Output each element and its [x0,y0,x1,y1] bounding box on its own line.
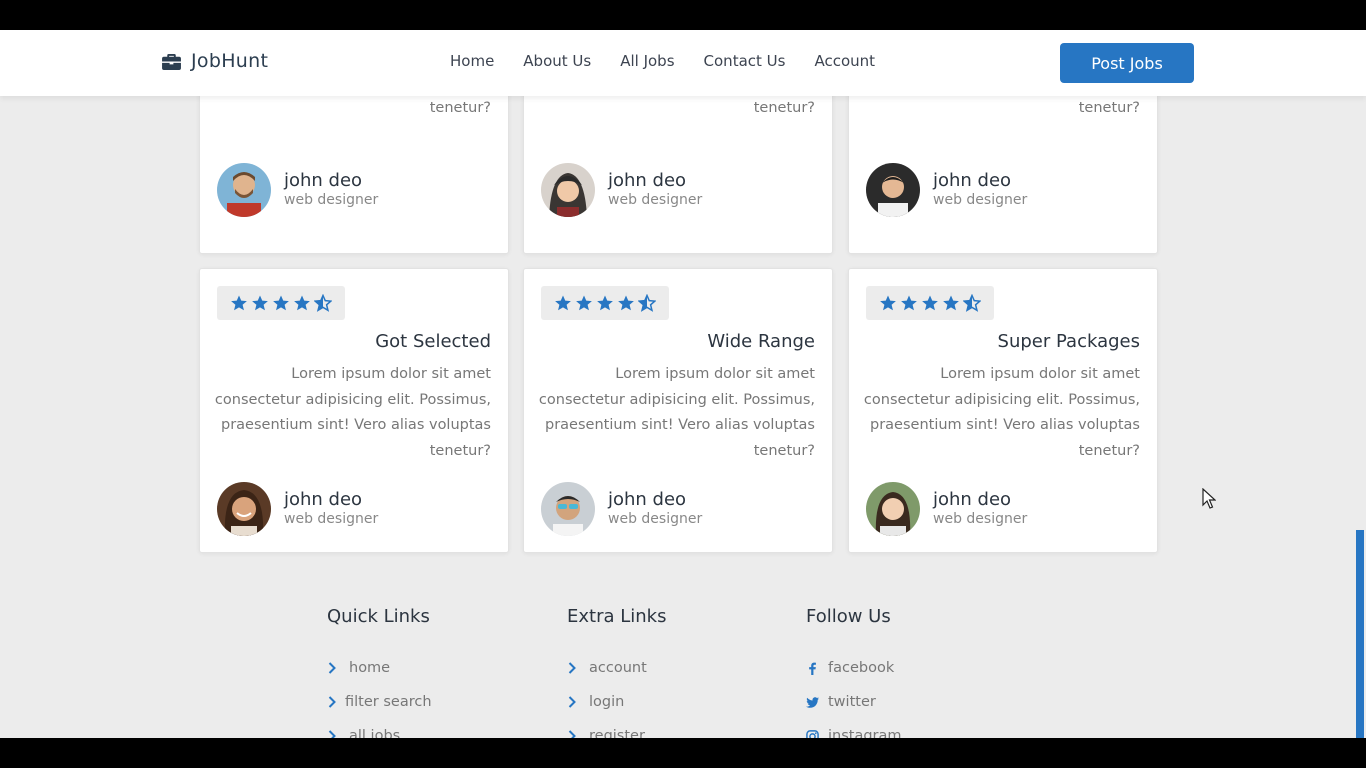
author-role: web designer [933,192,1028,208]
instagram-icon [806,729,828,738]
footer-heading: Extra Links [567,606,667,627]
nav-account[interactable]: Account [814,52,875,70]
page-viewport: consectetur adipisicing elit. Possimus, … [0,30,1366,738]
author-name: john deo [284,170,363,191]
star-icon [943,295,959,311]
review-author: john deo web designer [217,482,378,536]
author-name: john deo [608,489,687,510]
chevron-right-icon [327,730,349,738]
star-icon [231,295,247,311]
chevron-right-icon [567,662,589,674]
star-icon [880,295,896,311]
footer-link-label[interactable]: all jobs [349,728,400,738]
post-jobs-button[interactable]: Post Jobs [1060,43,1194,83]
avatar [541,482,595,536]
chevron-right-icon [327,662,349,674]
avatar [866,482,920,536]
avatar [866,163,920,217]
review-author: john deo web designer [541,482,702,536]
review-text: Lorem ipsum dolor sit amet consectetur a… [538,366,815,460]
footer-link-account[interactable]: account [567,651,666,685]
review-author: john deo web designer [866,163,1027,217]
review-author: john deo web designer [866,482,1027,536]
author-name: john deo [608,170,687,191]
footer-link-login[interactable]: login [567,685,666,719]
rating-stars [217,286,345,320]
author-role: web designer [608,511,703,527]
footer-link-facebook[interactable]: facebook [806,651,902,685]
nav-contact-us[interactable]: Contact Us [704,52,786,70]
footer-link-label[interactable]: login [589,694,624,710]
star-half-icon [963,294,981,312]
scrollbar-thumb[interactable] [1356,530,1364,738]
mouse-cursor-icon [1202,487,1217,514]
footer-link-register[interactable]: register [567,719,666,738]
review-card: Wide Range Lorem ipsum dolor sit amet co… [523,268,833,553]
author-role: web designer [933,511,1028,527]
chevron-right-icon [327,696,345,708]
avatar [217,482,271,536]
star-icon [294,295,310,311]
nav-home[interactable]: Home [450,52,494,70]
author-role: web designer [284,511,379,527]
avatar [541,163,595,217]
avatar [217,163,271,217]
footer-link-label[interactable]: account [589,660,647,676]
star-icon [273,295,289,311]
author-name: john deo [933,170,1012,191]
star-half-icon [314,294,332,312]
top-navbar: JobHunt Home About Us All Jobs Contact U… [0,30,1366,96]
chevron-right-icon [567,696,589,708]
chevron-right-icon [567,730,589,738]
rating-stars [541,286,669,320]
nav-all-jobs[interactable]: All Jobs [620,52,674,70]
review-text: Lorem ipsum dolor sit amet consectetur a… [863,366,1140,460]
author-role: web designer [608,192,703,208]
footer-quick-links: Quick Links home filter search all jobs [327,606,432,738]
footer-link-all-jobs[interactable]: all jobs [327,719,432,738]
footer-link-twitter[interactable]: twitter [806,685,902,719]
star-icon [901,295,917,311]
footer-link-instagram[interactable]: instagram [806,719,902,738]
twitter-icon [806,696,828,709]
footer-link-label[interactable]: register [589,728,645,738]
footer-link-label[interactable]: instagram [828,728,902,738]
brand-logo[interactable]: JobHunt [162,50,268,72]
author-role: web designer [284,192,379,208]
author-name: john deo [933,489,1012,510]
footer-link-home[interactable]: home [327,651,432,685]
star-icon [252,295,268,311]
footer-link-filter-search[interactable]: filter search [327,685,432,719]
star-icon [597,295,613,311]
footer-link-label[interactable]: filter search [345,694,432,710]
review-author: john deo web designer [541,163,702,217]
main-nav: Home About Us All Jobs Contact Us Accoun… [450,52,875,70]
footer-link-label[interactable]: facebook [828,660,894,676]
footer-heading: Follow Us [806,606,891,627]
nav-about-us[interactable]: About Us [523,52,591,70]
facebook-icon [806,662,828,675]
review-card: Got Selected Lorem ipsum dolor sit amet … [199,268,509,553]
footer-heading: Quick Links [327,606,430,627]
review-title: Super Packages [997,331,1140,352]
footer-link-label[interactable]: twitter [828,694,876,710]
star-icon [555,295,571,311]
author-name: john deo [284,489,363,510]
briefcase-icon [162,53,181,70]
review-card: Super Packages Lorem ipsum dolor sit ame… [848,268,1158,553]
review-text: Lorem ipsum dolor sit amet consectetur a… [214,366,491,460]
star-icon [922,295,938,311]
star-icon [618,295,634,311]
brand-name: JobHunt [191,50,269,72]
footer-link-label[interactable]: home [349,660,390,676]
footer-follow-us: Follow Us facebook twitter instagram [806,606,902,738]
footer-extra-links: Extra Links account login register [567,606,666,738]
star-half-icon [638,294,656,312]
review-title: Wide Range [707,331,815,352]
star-icon [576,295,592,311]
rating-stars [866,286,994,320]
review-title: Got Selected [375,331,491,352]
review-author: john deo web designer [217,163,378,217]
